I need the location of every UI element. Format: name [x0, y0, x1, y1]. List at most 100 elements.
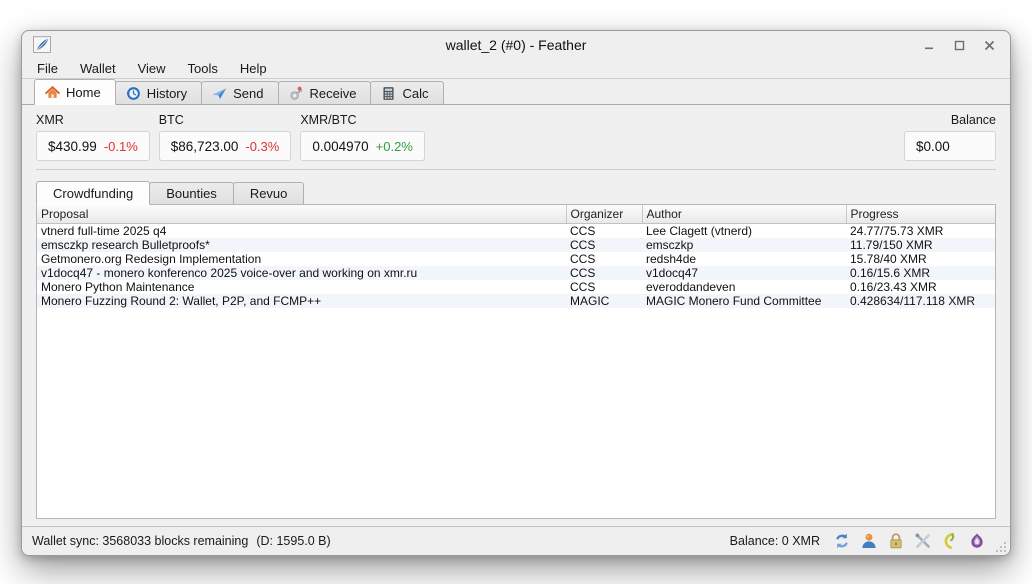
- menu-bar: File Wallet View Tools Help: [22, 59, 1010, 79]
- cell-organizer: CCS: [566, 224, 642, 239]
- tab-calc-label: Calc: [402, 86, 428, 101]
- tab-history[interactable]: History: [115, 81, 202, 104]
- tab-send[interactable]: Send: [201, 81, 278, 104]
- status-bar: Wallet sync: 3568033 blocks remaining (D…: [22, 526, 1010, 555]
- table-row[interactable]: v1docq47 - monero konferenco 2025 voice-…: [37, 266, 995, 280]
- cell-organizer: CCS: [566, 238, 642, 252]
- ticker-xmr-box: $430.99 -0.1%: [36, 131, 150, 161]
- cell-proposal: Getmonero.org Redesign Implementation: [37, 252, 566, 266]
- maximize-button[interactable]: [948, 36, 970, 54]
- home-icon: [45, 85, 60, 100]
- cell-author: redsh4de: [642, 252, 846, 266]
- menu-wallet[interactable]: Wallet: [69, 59, 127, 78]
- menu-help[interactable]: Help: [229, 59, 278, 78]
- cell-progress: 0.428634/117.118 XMR: [846, 294, 995, 308]
- receive-icon: [289, 86, 304, 101]
- ticker-btc-box: $86,723.00 -0.3%: [159, 131, 292, 161]
- cell-proposal: v1docq47 - monero konferenco 2025 voice-…: [37, 266, 566, 280]
- menu-view[interactable]: View: [127, 59, 177, 78]
- cell-proposal: Monero Python Maintenance: [37, 280, 566, 294]
- ticker-xmr-label: XMR: [36, 113, 150, 127]
- table-header-row: Proposal Organizer Author Progress: [37, 205, 995, 224]
- tab-home-label: Home: [66, 85, 101, 100]
- cell-progress: 11.79/150 XMR: [846, 238, 995, 252]
- ticker-xmr: XMR $430.99 -0.1%: [36, 113, 150, 161]
- ticker-xmr-price: $430.99: [48, 139, 97, 154]
- tab-receive[interactable]: Receive: [278, 81, 372, 104]
- column-header-organizer[interactable]: Organizer: [566, 205, 642, 224]
- balance-label: Balance: [951, 113, 996, 127]
- subtab-bounties-label: Bounties: [166, 186, 217, 201]
- ticker-btc-price: $86,723.00: [171, 139, 239, 154]
- balance-value-box: $0.00: [904, 131, 996, 161]
- cell-author: MAGIC Monero Fund Committee: [642, 294, 846, 308]
- subtab-bounties[interactable]: Bounties: [149, 182, 234, 204]
- window-title: wallet_2 (#0) - Feather: [22, 37, 1010, 53]
- subtab-revuo-label: Revuo: [250, 186, 288, 201]
- column-header-author[interactable]: Author: [642, 205, 846, 224]
- cell-proposal: Monero Fuzzing Round 2: Wallet, P2P, and…: [37, 294, 566, 308]
- wallet-sync-status: Wallet sync: 3568033 blocks remaining: [32, 534, 248, 548]
- main-tab-bar: Home History Send: [22, 79, 1010, 105]
- feather-window: wallet_2 (#0) - Feather File Wallet View…: [21, 30, 1011, 556]
- cell-proposal: emsczkp research Bulletproofs*: [37, 238, 566, 252]
- column-header-proposal[interactable]: Proposal: [37, 205, 566, 224]
- table-row[interactable]: Getmonero.org Redesign Implementation CC…: [37, 252, 995, 266]
- ticker-btc: BTC $86,723.00 -0.3%: [159, 113, 292, 161]
- ticker-xmrbtc: XMR/BTC 0.004970 +0.2%: [300, 113, 425, 161]
- table-row[interactable]: emsczkp research Bulletproofs* CCS emscz…: [37, 238, 995, 252]
- menu-file[interactable]: File: [26, 59, 69, 78]
- cell-proposal: vtnerd full-time 2025 q4: [37, 224, 566, 239]
- subtab-crowdfunding[interactable]: Crowdfunding: [36, 181, 150, 205]
- ticker-btc-change: -0.3%: [245, 139, 279, 154]
- tab-receive-label: Receive: [310, 86, 357, 101]
- cell-organizer: MAGIC: [566, 294, 642, 308]
- tab-history-label: History: [147, 86, 187, 101]
- seed-icon[interactable]: [941, 532, 959, 550]
- cell-progress: 15.78/40 XMR: [846, 252, 995, 266]
- sync-detail: (D: 1595.0 B): [256, 534, 330, 548]
- account-icon[interactable]: [860, 532, 878, 550]
- ticker-btc-label: BTC: [159, 113, 292, 127]
- tools-icon[interactable]: [914, 532, 932, 550]
- minimize-button[interactable]: [918, 36, 940, 54]
- balance-box: Balance $0.00: [904, 113, 996, 161]
- cell-organizer: CCS: [566, 266, 642, 280]
- ticker-xmr-change: -0.1%: [104, 139, 138, 154]
- ticker-xmrbtc-box: 0.004970 +0.2%: [300, 131, 425, 161]
- column-header-progress[interactable]: Progress: [846, 205, 995, 224]
- subtab-crowdfunding-label: Crowdfunding: [53, 186, 133, 201]
- tab-calc[interactable]: Calc: [370, 81, 443, 104]
- cell-author: v1docq47: [642, 266, 846, 280]
- send-icon: [212, 86, 227, 101]
- home-tab-content: XMR $430.99 -0.1% BTC $86,723.00 -0.3% X…: [22, 105, 1010, 526]
- cell-progress: 0.16/15.6 XMR: [846, 266, 995, 280]
- section-divider: [36, 169, 996, 170]
- title-bar[interactable]: wallet_2 (#0) - Feather: [22, 31, 1010, 59]
- cell-organizer: CCS: [566, 252, 642, 266]
- tab-home[interactable]: Home: [34, 79, 116, 105]
- cell-organizer: CCS: [566, 280, 642, 294]
- history-icon: [126, 86, 141, 101]
- ticker-row: XMR $430.99 -0.1% BTC $86,723.00 -0.3% X…: [36, 113, 996, 161]
- table-row[interactable]: Monero Fuzzing Round 2: Wallet, P2P, and…: [37, 294, 995, 308]
- cell-progress: 24.77/75.73 XMR: [846, 224, 995, 239]
- cell-author: Lee Clagett (vtnerd): [642, 224, 846, 239]
- status-balance: Balance: 0 XMR: [730, 534, 820, 548]
- subtab-revuo[interactable]: Revuo: [233, 182, 305, 204]
- close-button[interactable]: [978, 36, 1000, 54]
- balance-fiat-value: $0.00: [916, 139, 950, 154]
- cell-progress: 0.16/23.43 XMR: [846, 280, 995, 294]
- ticker-xmrbtc-label: XMR/BTC: [300, 113, 425, 127]
- sub-tab-bar: Crowdfunding Bounties Revuo: [36, 181, 996, 204]
- tor-icon[interactable]: [968, 532, 986, 550]
- ticker-xmrbtc-price: 0.004970: [312, 139, 368, 154]
- lock-icon[interactable]: [887, 532, 905, 550]
- menu-tools[interactable]: Tools: [177, 59, 229, 78]
- crowdfunding-pane: Proposal Organizer Author Progress vtner…: [36, 204, 996, 519]
- resize-grip[interactable]: [995, 540, 1007, 552]
- table-row[interactable]: Monero Python Maintenance CCS everoddand…: [37, 280, 995, 294]
- table-row[interactable]: vtnerd full-time 2025 q4 CCS Lee Clagett…: [37, 224, 995, 239]
- calc-icon: [381, 86, 396, 101]
- refresh-icon[interactable]: [833, 532, 851, 550]
